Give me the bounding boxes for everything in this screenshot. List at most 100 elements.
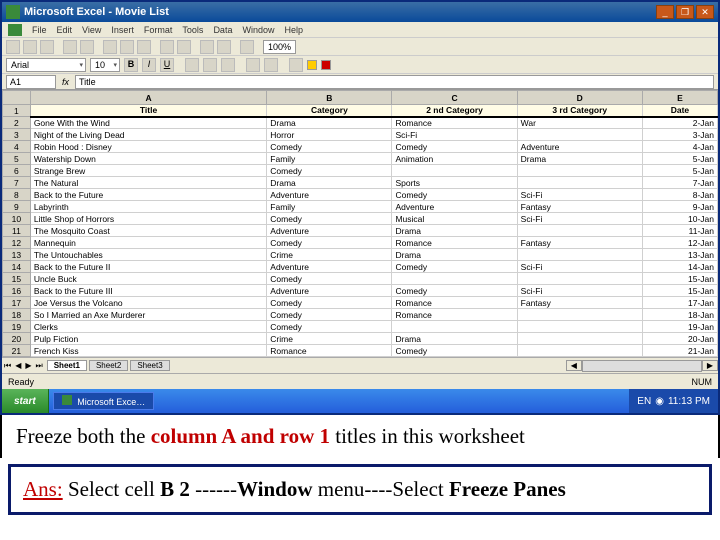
data-cell[interactable]: Joe Versus the Volcano [30,297,266,309]
data-cell[interactable]: So I Married an Axe Murderer [30,309,266,321]
data-cell[interactable]: Sci-Fi [517,213,642,225]
data-cell[interactable]: The Untouchables [30,249,266,261]
align-left-icon[interactable] [185,58,199,72]
data-cell[interactable]: Sci-Fi [517,285,642,297]
data-cell[interactable]: Mannequin [30,237,266,249]
data-cell[interactable]: Drama [392,249,517,261]
header-cell[interactable]: 2 nd Category [392,105,517,117]
data-cell[interactable]: Crime [267,249,392,261]
sheet-tab-1[interactable]: Sheet1 [47,360,87,371]
data-cell[interactable] [392,321,517,333]
data-cell[interactable]: Comedy [267,297,392,309]
sheet-tab-2[interactable]: Sheet2 [89,360,128,371]
menu-data[interactable]: Data [213,25,232,35]
data-cell[interactable]: Drama [267,177,392,189]
sort-asc-icon[interactable] [200,40,214,54]
currency-icon[interactable] [246,58,260,72]
menu-edit[interactable]: Edit [57,25,73,35]
spreadsheet-grid[interactable]: ABCDE1TitleCategory2 nd Category3 rd Cat… [2,90,718,357]
font-name-select[interactable]: Arial [6,58,86,72]
data-cell[interactable]: Fantasy [517,237,642,249]
data-cell[interactable] [517,225,642,237]
data-cell[interactable] [517,345,642,357]
tray-icon[interactable]: ◉ [655,396,664,407]
row-header[interactable]: 7 [3,177,31,189]
header-cell[interactable]: Category [267,105,392,117]
data-cell[interactable]: Sci-Fi [392,129,517,141]
chart-icon[interactable] [240,40,254,54]
row-header[interactable]: 4 [3,141,31,153]
save-icon[interactable] [40,40,54,54]
copy-icon[interactable] [120,40,134,54]
hscroll-left-icon[interactable]: ◀ [566,360,582,371]
data-cell[interactable]: Comedy [267,237,392,249]
data-cell[interactable] [517,249,642,261]
data-cell[interactable]: Drama [517,153,642,165]
data-cell[interactable]: Gone With the Wind [30,117,266,129]
tab-nav-next-icon[interactable]: ▶ [23,361,33,370]
data-cell[interactable]: Comedy [392,285,517,297]
data-cell[interactable] [517,273,642,285]
data-cell[interactable] [517,129,642,141]
menu-format[interactable]: Format [144,25,173,35]
row-header[interactable]: 17 [3,297,31,309]
data-cell[interactable]: Crime [267,333,392,345]
data-cell[interactable]: Sports [392,177,517,189]
undo-icon[interactable] [160,40,174,54]
data-cell[interactable]: Romance [392,297,517,309]
align-right-icon[interactable] [221,58,235,72]
data-cell[interactable]: Family [267,201,392,213]
data-cell[interactable]: 10-Jan [642,213,717,225]
data-cell[interactable]: 2-Jan [642,117,717,129]
data-cell[interactable]: Family [267,153,392,165]
borders-icon[interactable] [289,58,303,72]
menu-insert[interactable]: Insert [111,25,134,35]
data-cell[interactable]: 18-Jan [642,309,717,321]
fx-icon[interactable]: fx [56,77,75,87]
data-cell[interactable]: 15-Jan [642,285,717,297]
data-cell[interactable]: Adventure [267,285,392,297]
menu-file[interactable]: File [32,25,47,35]
print-icon[interactable] [63,40,77,54]
data-cell[interactable]: Adventure [267,261,392,273]
data-cell[interactable]: 4-Jan [642,141,717,153]
data-cell[interactable]: Adventure [267,225,392,237]
row-header[interactable]: 20 [3,333,31,345]
row-header[interactable]: 12 [3,237,31,249]
data-cell[interactable] [392,273,517,285]
row-header[interactable]: 14 [3,261,31,273]
data-cell[interactable]: 7-Jan [642,177,717,189]
data-cell[interactable]: Romance [392,309,517,321]
data-cell[interactable]: Little Shop of Horrors [30,213,266,225]
zoom-select[interactable]: 100% [263,40,296,54]
data-cell[interactable]: 3-Jan [642,129,717,141]
data-cell[interactable]: Romance [392,237,517,249]
tab-nav-prev-icon[interactable]: ◀ [13,361,23,370]
column-header[interactable]: D [517,91,642,105]
data-cell[interactable]: Animation [392,153,517,165]
fill-color-icon[interactable] [307,60,317,70]
open-icon[interactable] [23,40,37,54]
font-size-select[interactable]: 10 [90,58,120,72]
data-cell[interactable]: Back to the Future II [30,261,266,273]
system-tray[interactable]: EN ◉ 11:13 PM [629,389,718,413]
data-cell[interactable]: 13-Jan [642,249,717,261]
underline-icon[interactable]: U [160,58,174,72]
data-cell[interactable]: Adventure [267,189,392,201]
column-header[interactable] [3,91,31,105]
data-cell[interactable]: Comedy [392,261,517,273]
menu-help[interactable]: Help [284,25,303,35]
data-cell[interactable]: The Natural [30,177,266,189]
preview-icon[interactable] [80,40,94,54]
row-header[interactable]: 15 [3,273,31,285]
data-cell[interactable]: Musical [392,213,517,225]
header-cell[interactable]: Date [642,105,717,117]
data-cell[interactable]: Uncle Buck [30,273,266,285]
data-cell[interactable]: The Mosquito Coast [30,225,266,237]
data-cell[interactable]: 19-Jan [642,321,717,333]
data-cell[interactable] [392,165,517,177]
menu-view[interactable]: View [82,25,101,35]
data-cell[interactable]: Labyrinth [30,201,266,213]
row-header[interactable]: 5 [3,153,31,165]
row-header[interactable]: 1 [3,105,31,117]
